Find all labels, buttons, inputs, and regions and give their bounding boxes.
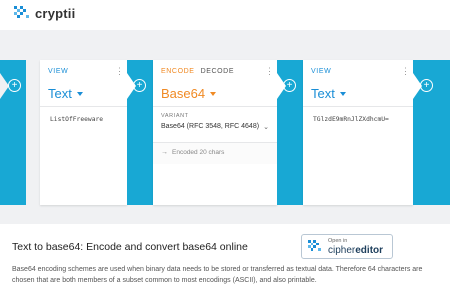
menu-dots-icon[interactable]: ⋮ [265,66,274,76]
page-title: Text to base64: Encode and convert base6… [12,241,248,253]
chevron-down-icon: ⌄ [263,124,269,131]
cipher-editor-logo-icon [308,240,322,254]
plus-circle-icon[interactable]: + [283,79,296,92]
tab-decode[interactable]: DECODE [201,68,235,75]
brick-tabs: ENCODE DECODE [161,68,234,75]
add-brick-connector[interactable]: + [127,60,153,205]
add-brick-connector[interactable]: + [277,60,303,205]
tab-encode[interactable]: ENCODE [161,68,195,75]
text-output[interactable]: TGlzdE9mRnJlZXdhcmU= [313,116,389,123]
menu-dots-icon[interactable]: ⋮ [401,66,410,76]
status-row: → Encoded 20 chars [153,142,277,164]
open-in-cipher-editor-button[interactable]: Open in ciphereditor [301,234,393,259]
base64-encoder-brick: ENCODE DECODE ⋮ Base64 VARIANT Base64 (RF… [153,60,277,205]
cipher-editor-label: ciphereditor [328,245,384,256]
tab-view[interactable]: VIEW [48,68,68,75]
view-text-brick-input: VIEW ⋮ Text ListOfFreeware [40,60,127,205]
variant-select[interactable]: Base64 (RFC 3548, RFC 4648) ⌄ [161,123,269,137]
arrow-right-icon: → [161,149,168,156]
page-description: Base64 encoding schemes are used when bi… [12,266,423,284]
open-in-label: Open in [328,238,348,244]
app-header: cryptii [0,0,450,30]
add-brick-connector-left[interactable]: + [0,60,26,205]
view-text-brick-output: VIEW ⋮ Text TGlzdE9mRnJlZXdhcmU= [303,60,413,205]
divider [303,106,413,107]
add-brick-connector-right[interactable]: + [413,60,450,205]
brick-title-select[interactable]: Base64 [161,86,217,101]
divider [153,106,277,107]
caret-down-icon [210,91,217,96]
caret-down-icon [339,91,346,96]
plus-circle-icon[interactable]: + [133,79,146,92]
brick-tabs: VIEW [311,68,331,75]
text-input[interactable]: ListOfFreeware [50,116,103,123]
variant-label: VARIANT [161,113,189,119]
pipeline: + VIEW ⋮ Text ListOfFreeware + ENCODE DEC… [0,30,450,224]
encode-status: Encoded 20 chars [172,149,225,156]
plus-circle-icon[interactable]: + [8,79,21,92]
tab-view[interactable]: VIEW [311,68,331,75]
brand-name[interactable]: cryptii [35,6,75,21]
brick-tabs: VIEW [48,68,68,75]
caret-down-icon [76,91,83,96]
brick-title-select[interactable]: Text [311,86,346,101]
brick-title-select[interactable]: Text [48,86,83,101]
menu-dots-icon[interactable]: ⋮ [115,66,124,76]
divider [40,106,127,107]
plus-circle-icon[interactable]: + [420,79,433,92]
cryptii-logo-icon[interactable] [14,6,30,22]
